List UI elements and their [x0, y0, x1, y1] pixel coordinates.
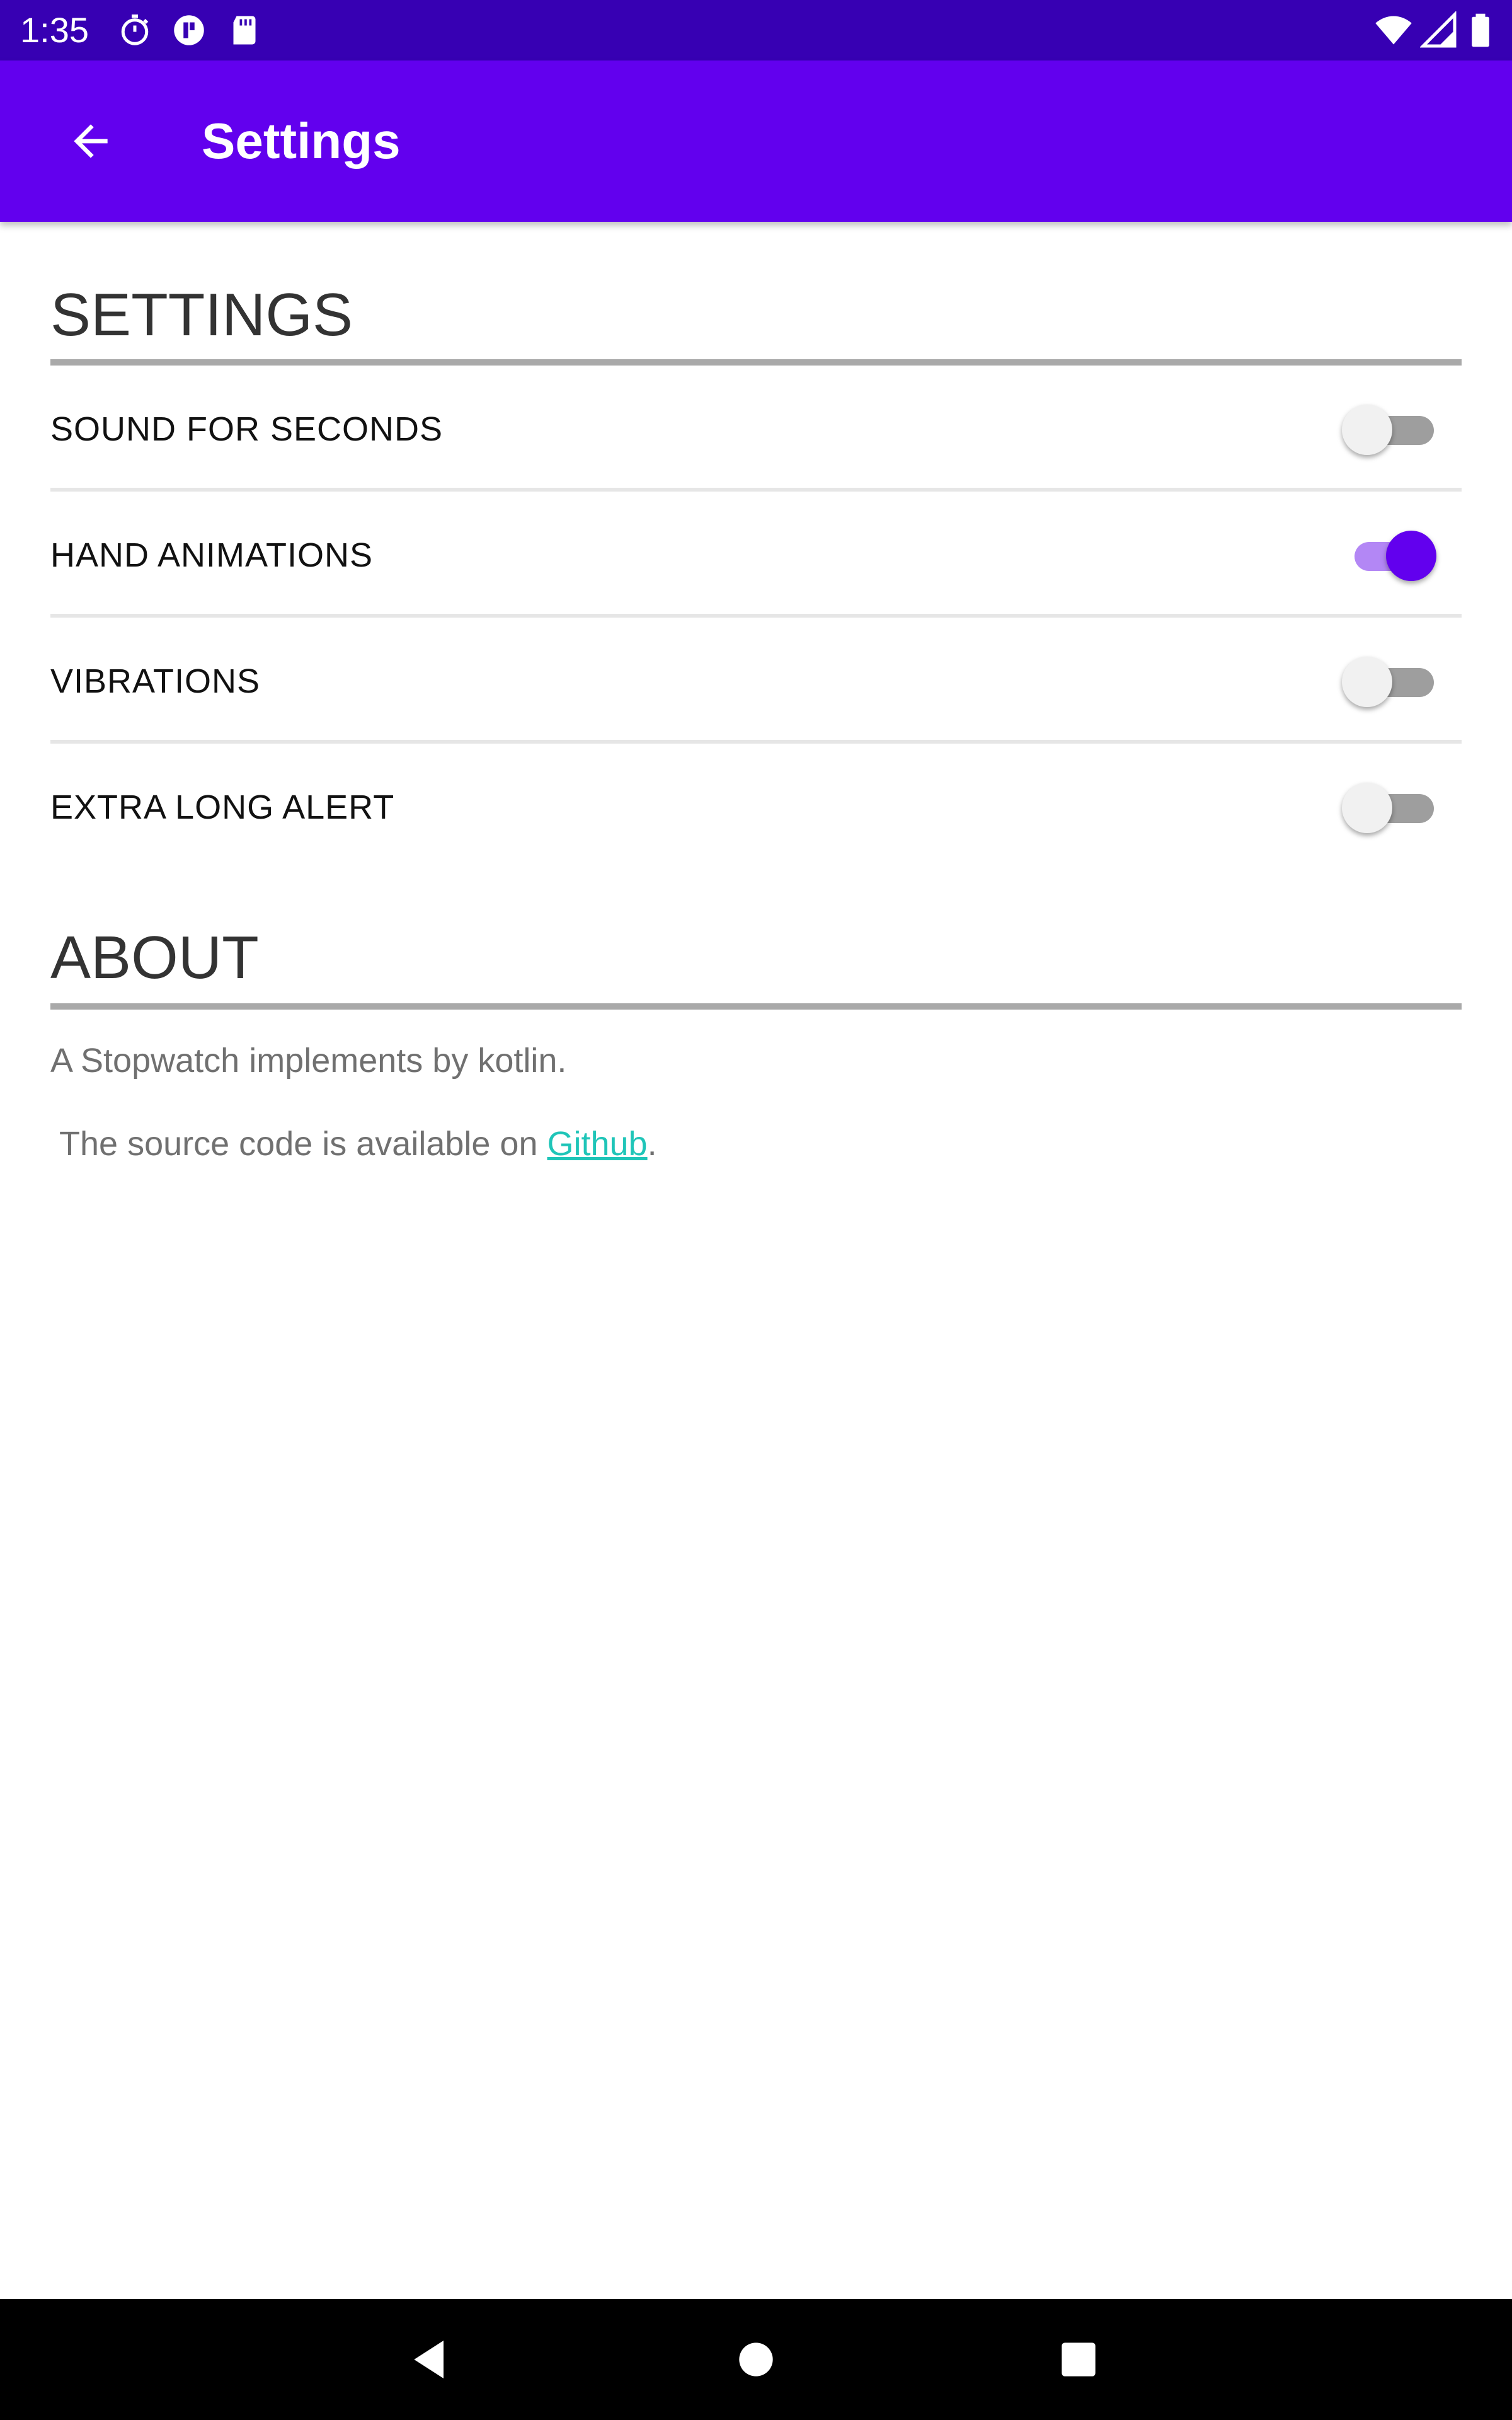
about-section-divider	[50, 1003, 1462, 1010]
recents-square-icon	[1053, 2334, 1104, 2385]
status-bar: 1:35	[0, 0, 1512, 60]
settings-section-header: SETTINGS	[50, 281, 353, 349]
battery-icon	[1462, 11, 1499, 49]
pref-label: HAND ANIMATIONS	[50, 536, 374, 574]
source-suffix: .	[647, 1125, 657, 1163]
pref-label: VIBRATIONS	[50, 662, 261, 700]
back-triangle-icon	[406, 2334, 456, 2385]
about-section-header: ABOUT	[50, 924, 259, 991]
status-time: 1:35	[20, 10, 89, 50]
settings-section-divider	[50, 359, 1462, 366]
switch-thumb	[1342, 405, 1392, 455]
list-divider	[50, 740, 1462, 744]
pref-sound-for-seconds[interactable]: SOUND FOR SECONDS	[50, 368, 1462, 490]
source-prefix: The source code is available on	[50, 1125, 547, 1163]
nav-recents-button[interactable]	[1041, 2322, 1116, 2397]
about-description: A Stopwatch implements by kotlin.	[50, 1042, 567, 1080]
home-circle-icon	[731, 2334, 781, 2385]
switch-thumb	[1342, 783, 1392, 833]
pref-label: EXTRA LONG ALERT	[50, 788, 395, 826]
switch-thumb	[1342, 657, 1392, 707]
page-title: Settings	[202, 113, 401, 169]
wifi-icon	[1375, 11, 1412, 49]
source-code-text: The source code is available on Github.	[50, 1122, 657, 1166]
system-navigation-bar	[0, 2299, 1512, 2420]
github-link[interactable]: Github	[547, 1125, 647, 1163]
cell-signal-icon	[1420, 11, 1458, 49]
app-bar: Settings	[0, 60, 1512, 222]
hand-animations-switch[interactable]	[1342, 527, 1436, 584]
vibrations-switch[interactable]	[1342, 653, 1436, 710]
switch-thumb	[1386, 531, 1436, 581]
arrow-back-icon	[66, 116, 116, 166]
list-divider	[50, 614, 1462, 618]
badge-icon	[170, 11, 208, 49]
pref-extra-long-alert[interactable]: EXTRA LONG ALERT	[50, 746, 1462, 868]
settings-screen: 1:35 Settings SETTINGS SOUND FOR SECONDS…	[0, 0, 1512, 2420]
list-divider	[50, 488, 1462, 492]
extra-long-alert-switch[interactable]	[1342, 779, 1436, 836]
sound-for-seconds-switch[interactable]	[1342, 401, 1436, 458]
sd-card-icon	[226, 11, 263, 49]
pref-vibrations[interactable]: VIBRATIONS	[50, 620, 1462, 742]
stopwatch-icon	[116, 11, 154, 49]
pref-hand-animations[interactable]: HAND ANIMATIONS	[50, 494, 1462, 616]
nav-home-button[interactable]	[718, 2322, 794, 2397]
pref-label: SOUND FOR SECONDS	[50, 410, 444, 448]
back-button[interactable]	[50, 101, 131, 182]
nav-back-button[interactable]	[393, 2322, 469, 2397]
